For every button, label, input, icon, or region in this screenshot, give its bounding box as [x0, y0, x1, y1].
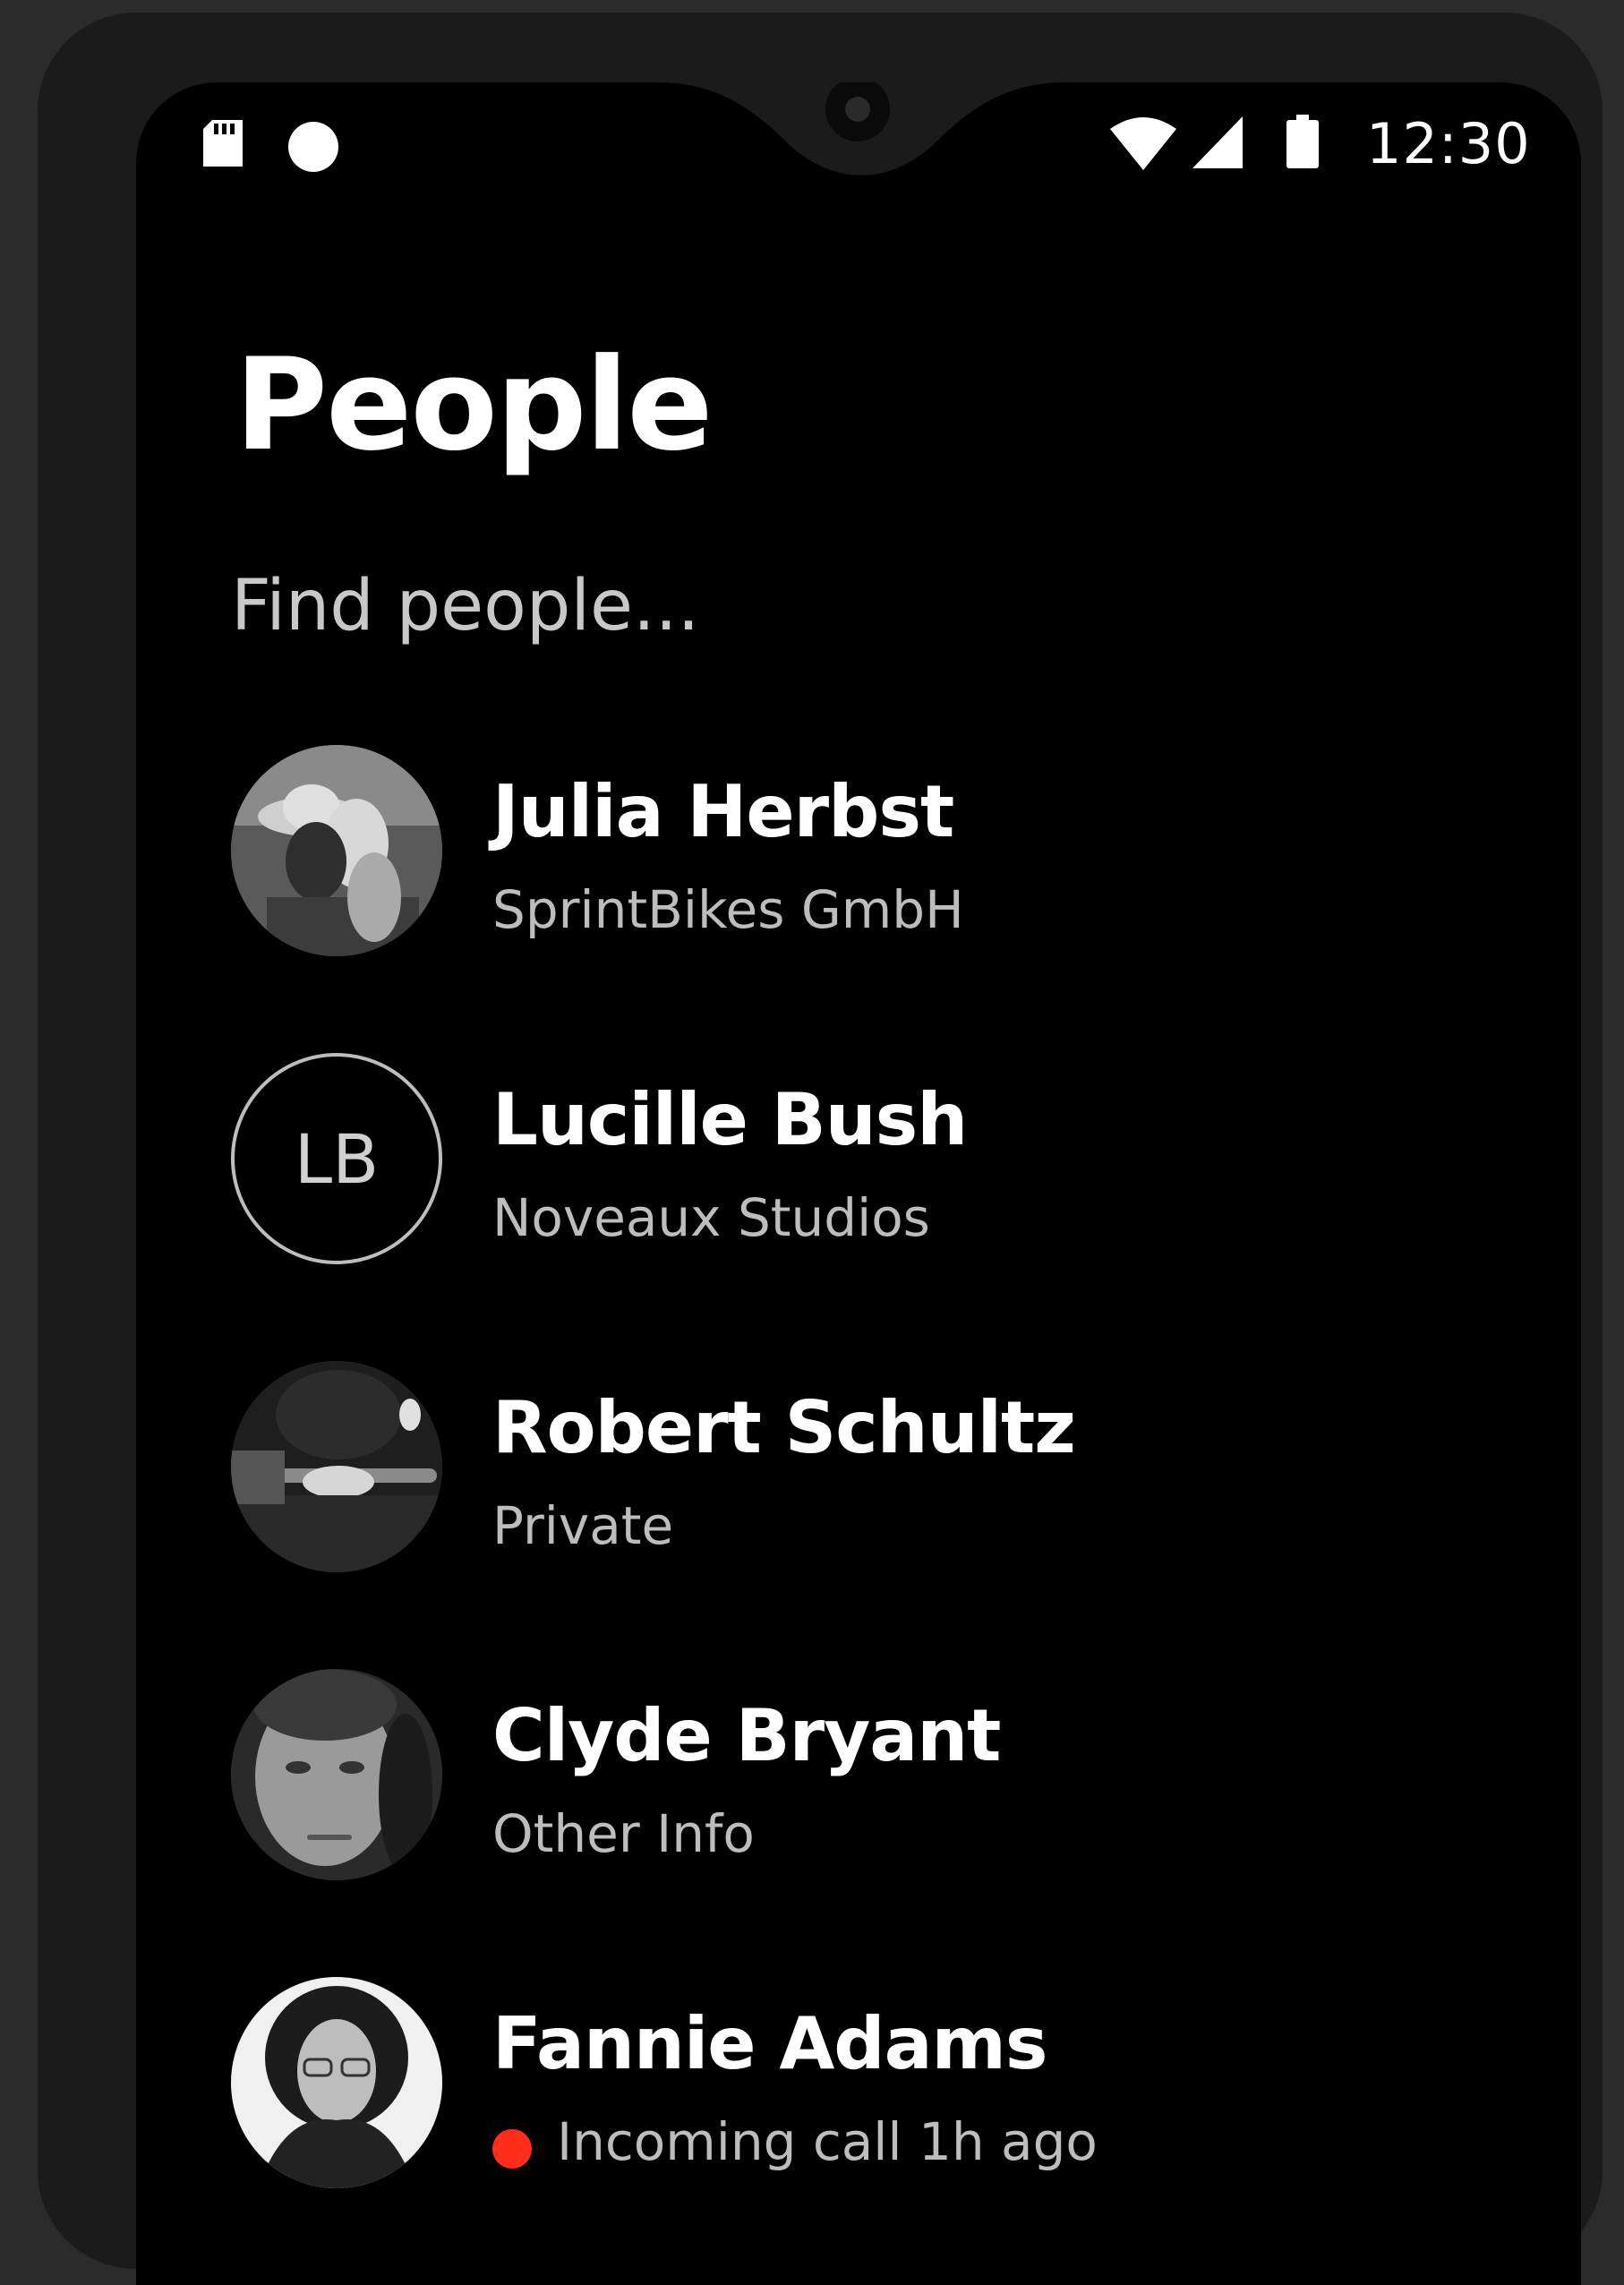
wifi-icon [1110, 117, 1176, 170]
person-row-clyde-bryant[interactable]: Clyde Bryant Other Info [136, 1669, 1581, 1893]
cellular-signal-icon [1192, 116, 1243, 168]
person-subtitle: SprintBikes GmbH [492, 879, 964, 940]
status-time: 12:30 [1366, 111, 1531, 176]
avatar-initials: LB [231, 1053, 442, 1264]
notification-dot-icon [288, 122, 338, 172]
person-subtitle: Incoming call 1h ago [557, 2111, 1098, 2172]
battery-icon [1286, 115, 1319, 168]
page-title: People [235, 331, 714, 479]
person-row-lucille-bush[interactable]: LB Lucille Bush Noveaux Studios [136, 1053, 1581, 1277]
phone-frame: 12:30 People Find people... Julia Herbst… [38, 13, 1603, 2285]
sd-card-icon [203, 120, 243, 167]
phone-screen: 12:30 People Find people... Julia Herbst… [136, 82, 1581, 2285]
person-name: Lucille Bush [492, 1078, 968, 1161]
person-name: Julia Herbst [492, 770, 954, 853]
status-bar: 12:30 [136, 82, 1581, 208]
person-name: Clyde Bryant [492, 1694, 1001, 1777]
avatar [231, 1977, 442, 2188]
person-row-robert-schultz[interactable]: Robert Schultz Private [136, 1361, 1581, 1585]
missed-call-indicator-icon [492, 2129, 532, 2169]
person-subtitle: Noveaux Studios [492, 1187, 930, 1248]
person-row-julia-herbst[interactable]: Julia Herbst SprintBikes GmbH [136, 745, 1581, 969]
person-name: Robert Schultz [492, 1386, 1076, 1469]
person-subtitle: Private [492, 1495, 674, 1556]
person-subtitle: Other Info [492, 1803, 755, 1864]
search-input[interactable] [231, 557, 1305, 655]
avatar [231, 1669, 442, 1880]
person-name: Fannie Adams [492, 2002, 1048, 2085]
avatar [231, 1361, 442, 1572]
person-row-fannie-adams[interactable]: Fannie Adams Incoming call 1h ago [136, 1977, 1581, 2201]
avatar [231, 745, 442, 956]
